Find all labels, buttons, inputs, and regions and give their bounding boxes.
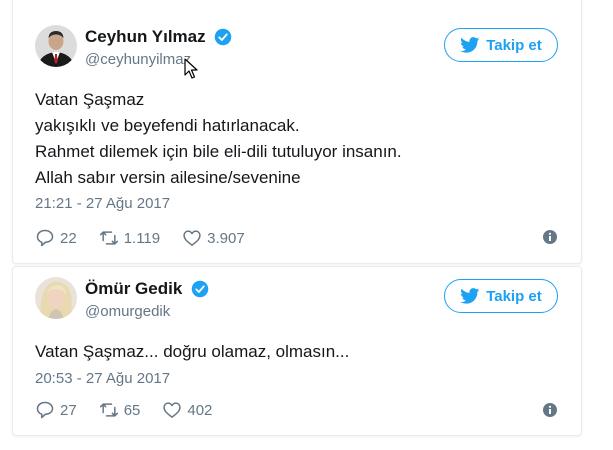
tweet-timestamp[interactable]: 21:21 - 27 Ağu 2017 xyxy=(35,195,170,212)
tweet-card: Ceyhun Yılmaz @ceyhunyilmaz Takip et Vat… xyxy=(12,0,582,264)
retweet-count: 1.119 xyxy=(123,229,161,247)
follow-button[interactable]: Takip et xyxy=(444,28,558,62)
follow-button-label: Takip et xyxy=(486,36,542,54)
tweet-actions: 22 1.119 3.907 xyxy=(35,228,267,248)
like-count: 3.907 xyxy=(207,229,245,247)
reply-icon xyxy=(36,229,54,247)
heart-icon xyxy=(183,230,201,246)
author-block: Ömür Gedik @omurgedik xyxy=(85,279,209,320)
verified-badge-icon xyxy=(214,28,232,46)
tweet-text: Vatan Şaşmaz yakışıklı ve beyefendi hatı… xyxy=(35,90,402,187)
retweet-count: 65 xyxy=(123,401,141,419)
author-block: Ceyhun Yılmaz @ceyhunyilmaz xyxy=(85,27,232,68)
like-button[interactable]: 402 xyxy=(162,400,212,420)
info-icon[interactable] xyxy=(543,230,557,244)
tweet-timestamp[interactable]: 20:53 - 27 Ağu 2017 xyxy=(35,370,170,387)
reply-count: 22 xyxy=(60,229,77,247)
blonde-woman-avatar-icon xyxy=(35,277,77,319)
verified-badge-icon xyxy=(191,280,209,298)
follow-button-label: Takip et xyxy=(486,287,542,305)
tweet-text: Vatan Şaşmaz... doğru olamaz, olmasın... xyxy=(35,342,350,361)
retweet-button[interactable]: 1.119 xyxy=(99,228,160,248)
mouse-cursor-icon xyxy=(184,58,198,79)
man-in-suit-avatar-icon xyxy=(35,25,77,67)
retweet-icon xyxy=(99,231,118,245)
reply-button[interactable]: 22 xyxy=(35,228,77,248)
like-count: 402 xyxy=(187,401,213,419)
retweet-icon xyxy=(99,403,118,417)
reply-icon xyxy=(36,401,54,419)
tweet-screenshot: Ceyhun Yılmaz @ceyhunyilmaz Takip et Vat… xyxy=(0,0,613,450)
avatar[interactable] xyxy=(35,277,77,319)
tweet-card: Ömür Gedik @omurgedik Takip et Vatan Şaş… xyxy=(12,266,582,436)
reply-count: 27 xyxy=(60,401,77,419)
author-handle[interactable]: @omurgedik xyxy=(85,303,209,320)
reply-button[interactable]: 27 xyxy=(35,400,77,420)
retweet-button[interactable]: 65 xyxy=(99,400,141,420)
heart-icon xyxy=(163,402,182,418)
follow-button[interactable]: Takip et xyxy=(444,279,558,313)
twitter-bird-icon xyxy=(460,37,480,53)
info-icon[interactable] xyxy=(543,403,557,417)
twitter-bird-icon xyxy=(460,288,480,304)
author-handle[interactable]: @ceyhunyilmaz xyxy=(85,51,232,68)
author-name[interactable]: Ömür Gedik xyxy=(85,279,182,299)
like-button[interactable]: 3.907 xyxy=(182,228,245,248)
tweet-actions: 27 65 402 xyxy=(35,400,234,420)
avatar[interactable] xyxy=(35,25,77,67)
author-name[interactable]: Ceyhun Yılmaz xyxy=(85,27,206,47)
